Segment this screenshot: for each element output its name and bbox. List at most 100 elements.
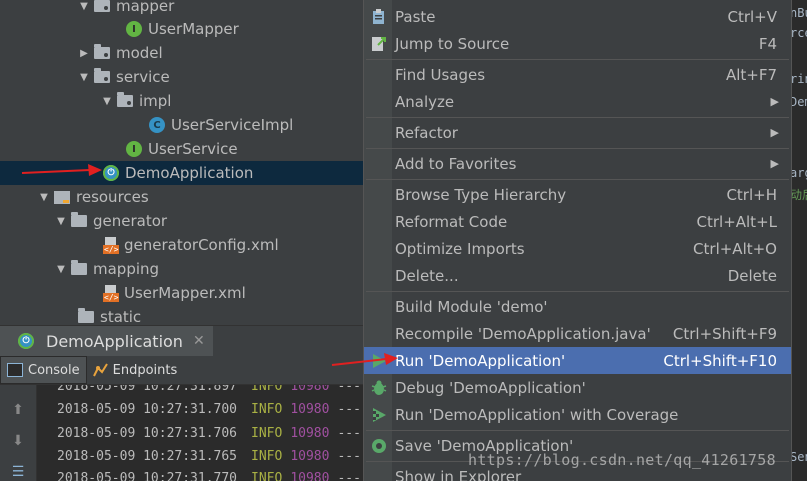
soft-wrap-icon[interactable]: ☰ xyxy=(10,464,26,480)
log-line: 2018-05-09 10:27:31.770 INFO 10980 --- xyxy=(57,471,361,481)
editor-fragment: rce xyxy=(790,26,807,40)
annotation-arrow-run xyxy=(331,353,398,366)
expanded-arrow-icon[interactable]: ▼ xyxy=(101,89,113,113)
editor-fragment: rin xyxy=(790,72,807,86)
tab-console[interactable]: Console xyxy=(0,356,87,384)
tree-item-mapping[interactable]: ▼ mapping xyxy=(0,257,363,281)
tree-item-usermapper-xml[interactable]: UserMapper.xml xyxy=(0,281,363,305)
console-output[interactable]: 2018-05-09 10:27:31.897 INFO 10980 --- 2018… xyxy=(37,385,363,481)
tree-item-impl[interactable]: ▼ impl xyxy=(0,89,363,113)
menu-item-label: Run 'DemoApplication' xyxy=(395,351,566,370)
menu-item-label: Show in Explorer xyxy=(395,467,522,481)
package-icon xyxy=(117,92,133,107)
submenu-arrow-icon: ▶ xyxy=(770,126,779,139)
interface-icon: I xyxy=(126,21,142,37)
close-icon[interactable]: ✕ xyxy=(193,333,205,349)
tree-item-label: mapping xyxy=(93,260,160,278)
spring-boot-run-icon: ⏻ xyxy=(18,333,34,349)
menu-separator xyxy=(366,179,789,180)
tree-item-label: DemoApplication xyxy=(125,164,254,182)
editor-fragment: Dem xyxy=(790,95,807,109)
menu-item-label: Delete... xyxy=(395,266,459,285)
tab-console-label: Console xyxy=(28,362,80,378)
tree-item-generator[interactable]: ▼ generator xyxy=(0,209,363,233)
menu-item-shortcut: Ctrl+V xyxy=(727,7,777,26)
menu-item-analyze[interactable]: Analyze ▶ xyxy=(364,88,791,115)
tab-endpoints[interactable]: Endpoints xyxy=(87,357,184,383)
console-icon xyxy=(7,363,23,377)
log-line: 2018-05-09 10:27:31.700 INFO 10980 --- xyxy=(57,402,361,417)
tree-item-mapper[interactable]: ▼ mapper xyxy=(0,0,363,18)
menu-item-browse-type-hierarchy[interactable]: Browse Type Hierarchy Ctrl+H xyxy=(364,181,791,208)
tree-item-label: mapper xyxy=(116,0,175,15)
menu-item-shortcut: Ctrl+Shift+F10 xyxy=(663,351,777,370)
menu-item-shortcut: Alt+F7 xyxy=(725,65,777,84)
run-toolbar: ⬆ ⬇ ☰ xyxy=(0,385,37,481)
menu-item-run-with-coverage[interactable]: Run 'DemoApplication' with Coverage xyxy=(364,401,791,428)
spring-boot-class-icon: ⏻ xyxy=(103,165,119,181)
menu-item-shortcut: Delete xyxy=(727,266,777,285)
menu-item-label: Optimize Imports xyxy=(395,239,525,258)
tree-item-label: UserMapper.xml xyxy=(124,284,246,302)
run-tab-demoapplication[interactable]: ⏻ DemoApplication ✕ xyxy=(0,326,213,356)
menu-item-reformat-code[interactable]: Reformat Code Ctrl+Alt+L xyxy=(364,208,791,235)
tree-item-resources[interactable]: ▼ resources xyxy=(0,185,363,209)
editor-fragment: arg xyxy=(790,166,807,180)
folder-icon xyxy=(71,260,87,275)
log-line: 2018-05-09 10:27:31.897 INFO 10980 --- xyxy=(57,385,361,394)
menu-item-label: Refactor xyxy=(395,123,458,142)
collapsed-arrow-icon[interactable]: ▶ xyxy=(78,41,90,65)
menu-item-run[interactable]: Run 'DemoApplication' Ctrl+Shift+F10 xyxy=(364,347,791,374)
menu-item-build-module[interactable]: Build Module 'demo' xyxy=(364,293,791,320)
expanded-arrow-icon[interactable]: ▼ xyxy=(55,209,67,233)
menu-item-add-to-favorites[interactable]: Add to Favorites ▶ xyxy=(364,150,791,177)
menu-item-debug[interactable]: Debug 'DemoApplication' xyxy=(364,374,791,401)
editor-fragment: Sen xyxy=(790,450,807,464)
tree-item-label: resources xyxy=(76,188,149,206)
paste-icon xyxy=(373,9,384,24)
tree-item-generatorconfig[interactable]: generatorConfig.xml xyxy=(0,233,363,257)
menu-item-paste[interactable]: Paste Ctrl+V xyxy=(364,3,791,30)
class-icon: C xyxy=(149,117,165,133)
folder-icon xyxy=(78,308,94,323)
tree-item-model[interactable]: ▶ model xyxy=(0,41,363,65)
menu-item-jump-to-source[interactable]: Jump to Source F4 xyxy=(364,30,791,57)
resources-folder-icon xyxy=(54,190,70,204)
menu-separator xyxy=(366,291,789,292)
expanded-arrow-icon[interactable]: ▼ xyxy=(78,0,90,18)
menu-item-recompile[interactable]: Recompile 'DemoApplication.java' Ctrl+Sh… xyxy=(364,320,791,347)
context-menu: Paste Ctrl+V Jump to Source F4 Find Usag… xyxy=(363,0,792,481)
menu-item-refactor[interactable]: Refactor ▶ xyxy=(364,119,791,146)
menu-item-label: Run 'DemoApplication' with Coverage xyxy=(395,405,679,424)
menu-item-shortcut: Ctrl+Shift+F9 xyxy=(672,324,777,343)
tree-item-service[interactable]: ▼ service xyxy=(0,65,363,89)
tree-item-label: generator xyxy=(93,212,168,230)
menu-separator xyxy=(366,430,789,431)
tree-item-label: static xyxy=(100,308,142,325)
expanded-arrow-icon[interactable]: ▼ xyxy=(78,65,90,89)
menu-item-optimize-imports[interactable]: Optimize Imports Ctrl+Alt+O xyxy=(364,235,791,262)
log-line: 2018-05-09 10:27:31.765 INFO 10980 --- xyxy=(57,449,361,464)
save-config-icon xyxy=(372,439,386,453)
menu-item-label: Recompile 'DemoApplication.java' xyxy=(395,324,651,343)
menu-separator xyxy=(366,148,789,149)
tree-item-static[interactable]: static xyxy=(0,305,363,325)
package-icon xyxy=(94,44,110,59)
menu-item-label: Add to Favorites xyxy=(395,154,517,173)
menu-item-delete[interactable]: Delete... Delete xyxy=(364,262,791,289)
watermark: https://blog.csdn.net/qq_41261758 xyxy=(468,451,776,469)
xml-file-icon xyxy=(103,237,120,254)
tree-item-usermapper[interactable]: I UserMapper xyxy=(0,17,363,41)
menu-item-find-usages[interactable]: Find Usages Alt+F7 xyxy=(364,61,791,88)
tree-item-userservice[interactable]: I UserService xyxy=(0,137,363,161)
expanded-arrow-icon[interactable]: ▼ xyxy=(38,185,50,209)
run-tool-window-tabbar: ⏻ DemoApplication ✕ xyxy=(0,325,363,356)
submenu-arrow-icon: ▶ xyxy=(770,157,779,170)
scroll-up-icon[interactable]: ⬆ xyxy=(10,402,26,418)
menu-separator xyxy=(366,59,789,60)
tree-item-userserviceimpl[interactable]: C UserServiceImpl xyxy=(0,113,363,137)
scroll-down-icon[interactable]: ⬇ xyxy=(10,433,26,449)
tree-item-label: UserMapper xyxy=(148,20,239,38)
menu-item-label: Debug 'DemoApplication' xyxy=(395,378,586,397)
expanded-arrow-icon[interactable]: ▼ xyxy=(55,257,67,281)
